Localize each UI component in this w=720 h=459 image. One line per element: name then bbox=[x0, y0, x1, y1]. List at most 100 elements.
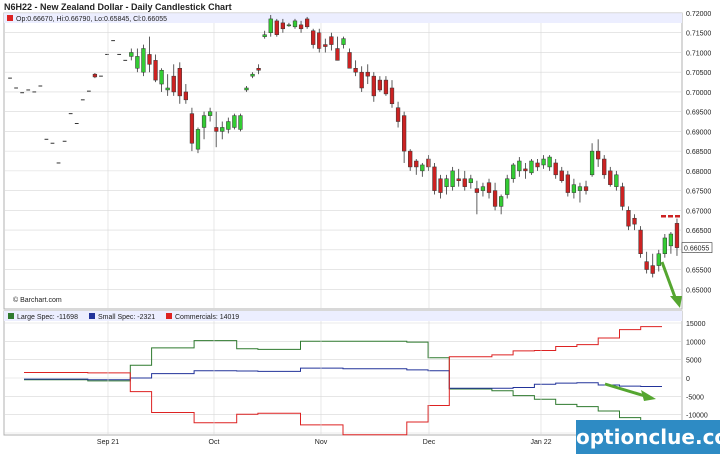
candle-body-up bbox=[195, 129, 201, 150]
price-tick-label: 0.71000 bbox=[686, 50, 711, 57]
candle-body-down bbox=[365, 71, 370, 77]
last-price-label: 0.66055 bbox=[684, 246, 709, 253]
chart-title: N6H22 - New Zealand Dollar - Daily Candl… bbox=[4, 2, 232, 12]
candle-body-down bbox=[535, 162, 540, 168]
candle-body-up bbox=[226, 121, 231, 130]
price-tick-label: 0.68000 bbox=[686, 169, 711, 176]
date-tick-label: Sep 21 bbox=[97, 439, 119, 446]
candle-body-up bbox=[135, 56, 140, 69]
chart-window: N6H22 - New Zealand Dollar - Daily Candl… bbox=[0, 0, 720, 454]
price-tick-label: 0.70000 bbox=[686, 90, 711, 97]
ohlc-legend-text: Op:0.66670, Hi:0.66790, Lo:0.65845, Cl:0… bbox=[16, 16, 167, 23]
candle-body-down bbox=[377, 79, 383, 91]
cot-tick-label: 5000 bbox=[686, 358, 702, 365]
cot-tick-label: 10000 bbox=[686, 339, 706, 346]
cot-tick-label: 15000 bbox=[686, 321, 706, 328]
price-tick-label: 0.67000 bbox=[686, 208, 711, 215]
candle-body-down bbox=[565, 174, 570, 193]
candle-body-down bbox=[274, 20, 279, 35]
candle-body-up bbox=[244, 87, 249, 91]
cot-legend-swatch bbox=[166, 313, 172, 319]
candle-body-down bbox=[486, 182, 492, 193]
candle-body-up bbox=[262, 34, 267, 37]
candle-body-up bbox=[517, 160, 522, 172]
candle-body-down bbox=[674, 223, 680, 248]
candle-body-down bbox=[389, 87, 395, 105]
credit-label: © Barchart.com bbox=[13, 296, 62, 304]
candle-body-down bbox=[335, 48, 340, 61]
price-tick-label: 0.65000 bbox=[686, 287, 711, 294]
candle-body-up bbox=[420, 164, 425, 172]
candle-body-up bbox=[129, 52, 134, 57]
candle-body-down bbox=[280, 22, 285, 30]
price-panel bbox=[3, 12, 683, 310]
price-tick-label: 0.67500 bbox=[686, 189, 711, 196]
candle-body-up bbox=[220, 127, 225, 132]
date-tick-label: Jan 22 bbox=[530, 439, 551, 446]
candle-body-down bbox=[371, 75, 376, 97]
candle-body-down bbox=[638, 229, 643, 254]
candle-body-up bbox=[268, 18, 273, 33]
candle-body-up bbox=[468, 178, 473, 183]
candle-body-up bbox=[159, 69, 164, 85]
candle-body-up bbox=[480, 186, 486, 191]
candle-body-down bbox=[183, 91, 188, 101]
price-tick-label: 0.69500 bbox=[686, 110, 711, 117]
cot-legend-label: Small Spec: -2321 bbox=[98, 314, 155, 321]
candle-body-up bbox=[529, 160, 534, 174]
candle-body-down bbox=[559, 170, 564, 181]
candle-body-down bbox=[402, 115, 407, 152]
candle-body-down bbox=[383, 79, 389, 95]
candle-body-down bbox=[147, 54, 152, 65]
candle-body-down bbox=[626, 210, 631, 227]
candle-body-down bbox=[414, 160, 419, 168]
candle-body-down bbox=[462, 178, 467, 187]
candle-body-down bbox=[359, 71, 364, 89]
candle-body-down bbox=[298, 24, 304, 30]
candle-body-down bbox=[395, 107, 401, 122]
candle-body-down bbox=[304, 18, 310, 28]
date-tick-label: Dec bbox=[423, 439, 436, 446]
candle-body-up bbox=[511, 164, 516, 180]
candle-body-down bbox=[608, 170, 613, 185]
candle-body-up bbox=[547, 156, 552, 168]
cot-tick-label: -10000 bbox=[686, 413, 708, 420]
candle-body-down bbox=[432, 166, 437, 191]
candle-body-down bbox=[189, 113, 195, 144]
candle-body-down bbox=[177, 68, 182, 97]
date-tick-label: Oct bbox=[209, 439, 220, 446]
candle-body-up bbox=[141, 48, 146, 73]
candle-body-down bbox=[153, 60, 158, 81]
candle-body-down bbox=[632, 217, 637, 225]
candle-body-down bbox=[426, 158, 431, 168]
candle-body-down bbox=[553, 162, 558, 176]
price-tick-label: 0.69000 bbox=[686, 129, 711, 136]
candle-body-up bbox=[450, 170, 455, 187]
watermark-logo: optionclue.com bbox=[576, 420, 720, 454]
candle-body-up bbox=[541, 158, 546, 166]
candle-body-down bbox=[408, 150, 413, 168]
candle-body-down bbox=[92, 73, 98, 78]
candle-body-down bbox=[347, 52, 352, 69]
cot-tick-label: -5000 bbox=[686, 394, 704, 401]
candle-body-down bbox=[317, 32, 322, 49]
candle-body-down bbox=[523, 168, 528, 172]
candle-body-down bbox=[596, 150, 601, 160]
candle-body-up bbox=[656, 253, 661, 266]
candle-body-down bbox=[214, 127, 219, 132]
candle-body-up bbox=[505, 178, 510, 195]
cot-legend-swatch bbox=[89, 313, 95, 319]
price-tick-label: 0.65500 bbox=[686, 268, 711, 275]
candle-body-down bbox=[329, 36, 334, 45]
candle-body-down bbox=[171, 75, 176, 93]
candle-body-down bbox=[620, 186, 625, 207]
candle-body-up bbox=[207, 111, 213, 116]
candle-body-up bbox=[286, 24, 292, 27]
candle-body-up bbox=[499, 196, 504, 207]
candle-body-up bbox=[165, 87, 170, 91]
candle-body-down bbox=[438, 178, 443, 193]
candle-body-down bbox=[602, 158, 607, 176]
candle-body-down bbox=[353, 68, 358, 73]
candle-body-up bbox=[571, 184, 577, 193]
candlestick-cot-chart: N6H22 - New Zealand Dollar - Daily Candl… bbox=[0, 0, 720, 454]
